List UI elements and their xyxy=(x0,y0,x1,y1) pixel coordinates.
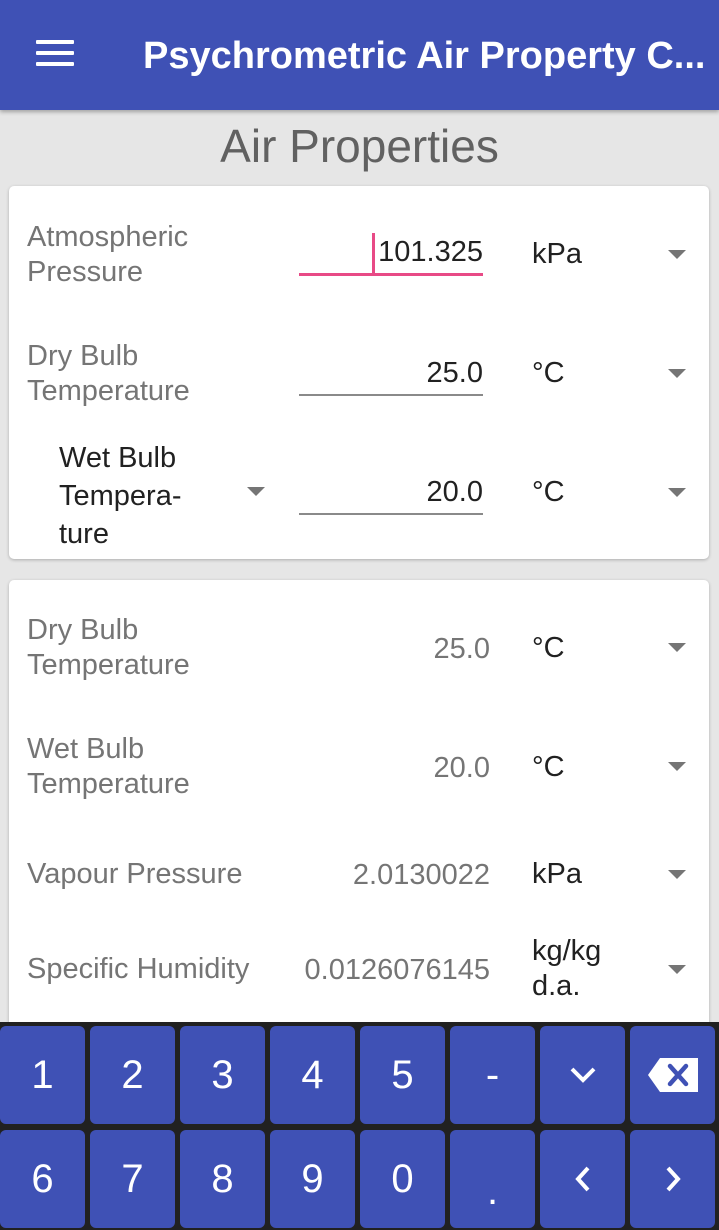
result-wet-bulb-unit-dropdown-icon[interactable] xyxy=(668,762,686,771)
dry-bulb-unit-dropdown-icon[interactable] xyxy=(668,369,686,378)
result-vapour-pressure-value: 2.0130022 xyxy=(352,859,490,891)
wet-bulb-unit: °C xyxy=(532,476,565,508)
result-dry-bulb-label: Dry Bulb Temperature xyxy=(27,614,190,681)
result-specific-humidity-label: Specific Humidity xyxy=(27,953,250,985)
text-caret xyxy=(372,233,375,273)
key-3[interactable]: 3 xyxy=(180,1026,265,1124)
key-backspace[interactable] xyxy=(630,1026,715,1124)
result-wet-bulb-unit: °C xyxy=(532,751,565,783)
key-minus[interactable]: - xyxy=(450,1026,535,1124)
chevron-down-icon xyxy=(570,1067,595,1083)
property-select-dropdown-icon[interactable] xyxy=(247,487,265,496)
key-0[interactable]: 0 xyxy=(360,1130,445,1228)
result-wet-bulb-value: 20.0 xyxy=(433,752,490,784)
result-dry-bulb-unit-dropdown-icon[interactable] xyxy=(668,643,686,652)
result-dry-bulb-unit: °C xyxy=(532,632,565,664)
wet-bulb-input[interactable] xyxy=(299,471,483,515)
key-2[interactable]: 2 xyxy=(90,1026,175,1124)
key-5[interactable]: 5 xyxy=(360,1026,445,1124)
result-vapour-pressure-unit: kPa xyxy=(532,858,582,890)
result-specific-humidity-unit-dropdown-icon[interactable] xyxy=(668,965,686,974)
chevron-right-icon xyxy=(666,1166,681,1192)
key-7[interactable]: 7 xyxy=(90,1130,175,1228)
wet-bulb-property-select[interactable]: Wet Bulb Tempera-ture xyxy=(59,439,209,553)
atmospheric-pressure-unit: kPa xyxy=(532,238,582,270)
key-6[interactable]: 6 xyxy=(0,1130,85,1228)
page-title: Air Properties xyxy=(220,120,499,172)
key-hide-keyboard[interactable] xyxy=(540,1026,625,1124)
results-card: Dry Bulb Temperature 25.0 °C Wet Bulb Te… xyxy=(9,580,709,1030)
app-bar: Psychrometric Air Property C... xyxy=(0,0,719,110)
app-title: Psychrometric Air Property C... xyxy=(143,35,706,77)
atmospheric-pressure-input[interactable] xyxy=(299,232,483,276)
key-9[interactable]: 9 xyxy=(270,1130,355,1228)
key-cursor-right[interactable] xyxy=(630,1130,715,1228)
key-8[interactable]: 8 xyxy=(180,1130,265,1228)
backspace-icon xyxy=(647,1058,698,1092)
atmospheric-pressure-label: Atmospheric Pressure xyxy=(27,221,189,288)
result-vapour-pressure-unit-dropdown-icon[interactable] xyxy=(668,870,686,879)
result-specific-humidity-unit: kg/kg d.a. xyxy=(532,935,602,1002)
wet-bulb-unit-dropdown-icon[interactable] xyxy=(668,488,686,497)
menu-icon[interactable] xyxy=(22,30,86,78)
result-wet-bulb-label: Wet Bulb Temperature xyxy=(27,733,190,800)
chevron-left-icon xyxy=(574,1166,589,1192)
result-vapour-pressure-label: Vapour Pressure xyxy=(27,858,243,890)
input-card: Atmospheric Pressure kPa Dry Bulb Temper… xyxy=(9,186,709,559)
atmospheric-pressure-unit-dropdown-icon[interactable] xyxy=(668,250,686,259)
dry-bulb-label: Dry Bulb Temperature xyxy=(27,340,190,407)
key-cursor-left[interactable] xyxy=(540,1130,625,1228)
numeric-keyboard: 1 2 3 4 5 - 6 7 8 9 0 . xyxy=(0,1022,719,1230)
result-specific-humidity-value: 0.0126076145 xyxy=(304,954,490,986)
key-decimal[interactable]: . xyxy=(450,1130,535,1228)
key-1[interactable]: 1 xyxy=(0,1026,85,1124)
dry-bulb-unit: °C xyxy=(532,357,565,389)
dry-bulb-input[interactable] xyxy=(299,352,483,396)
key-4[interactable]: 4 xyxy=(270,1026,355,1124)
result-dry-bulb-value: 25.0 xyxy=(433,633,490,665)
